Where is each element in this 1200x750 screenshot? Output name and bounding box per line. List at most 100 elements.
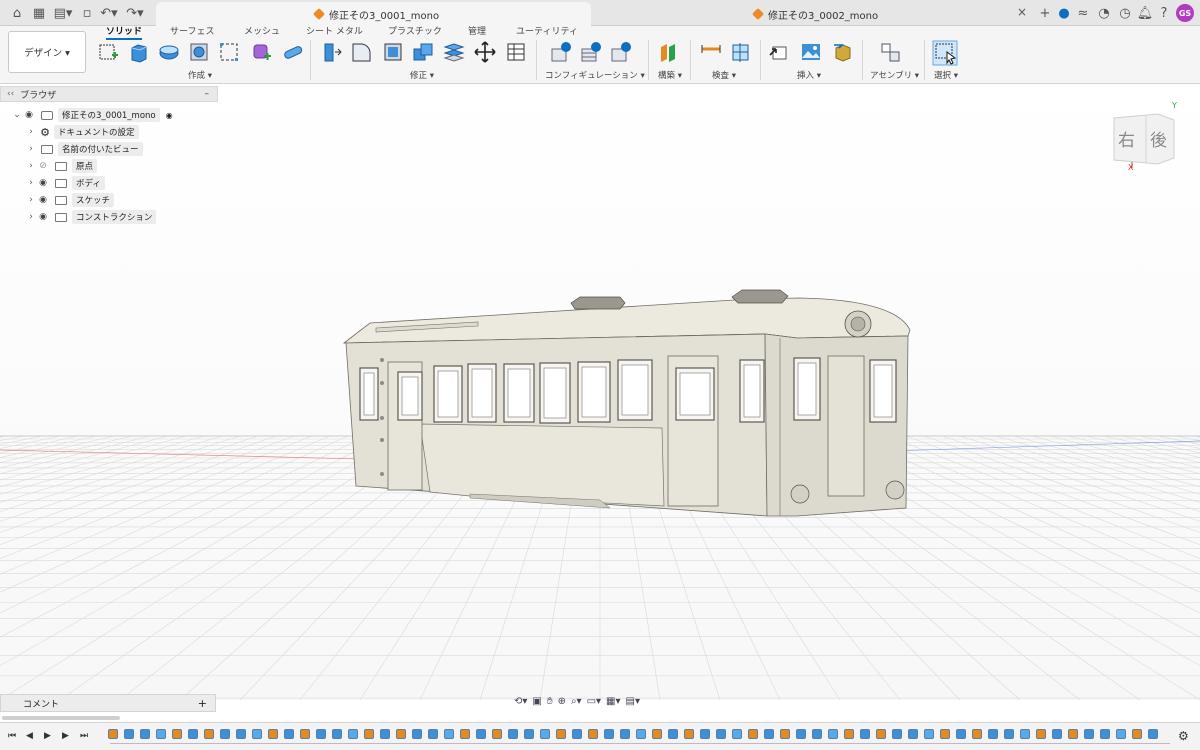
timeline-feature-icon[interactable]: [188, 729, 198, 739]
insert-mcmaster-icon[interactable]: [832, 41, 854, 63]
timeline-feature-icon[interactable]: [988, 729, 998, 739]
offset-plane-icon[interactable]: [658, 41, 680, 63]
timeline-feature-icon[interactable]: [1132, 729, 1142, 739]
go-to-start-icon[interactable]: ⏮: [8, 731, 16, 741]
timeline-feature-icon[interactable]: [972, 729, 982, 739]
chevron-right-icon[interactable]: ›: [26, 178, 36, 188]
file-menu-icon[interactable]: ▤▾: [52, 4, 74, 22]
hole-icon[interactable]: [188, 41, 210, 63]
tree-item-construction[interactable]: › ◉ コンストラクション: [26, 210, 157, 224]
press-pull-icon[interactable]: [320, 41, 342, 63]
tab-utilities[interactable]: ユーティリティ: [516, 26, 578, 38]
help-icon[interactable]: ?: [1155, 4, 1173, 22]
timeline-feature-icon[interactable]: [924, 729, 934, 739]
construct-group-label[interactable]: 構築 ▾: [658, 69, 682, 81]
tab-mesh[interactable]: メッシュ: [244, 26, 280, 38]
timeline-feature-icon[interactable]: [316, 729, 326, 739]
pan-hand-icon[interactable]: ✋︎: [547, 696, 553, 707]
apps-grid-icon[interactable]: ▦: [30, 4, 48, 22]
timeline-feature-icon[interactable]: [1004, 729, 1014, 739]
timeline-feature-icon[interactable]: [300, 729, 310, 739]
timeline-feature-icon[interactable]: [348, 729, 358, 739]
display-settings-icon[interactable]: ▭▾: [587, 696, 601, 707]
configure-table-icon[interactable]: [550, 41, 572, 63]
online-status-icon[interactable]: ◔: [1095, 4, 1113, 22]
tab-surface[interactable]: サーフェス: [170, 26, 214, 38]
timeline-feature-icon[interactable]: [908, 729, 918, 739]
notification-bell-icon[interactable]: 🔔︎: [1136, 4, 1154, 22]
step-back-icon[interactable]: ◀︎: [26, 731, 33, 741]
grid-settings-icon[interactable]: ▦▾: [606, 696, 620, 707]
new-tab-icon[interactable]: +: [1036, 4, 1054, 22]
go-to-end-icon[interactable]: ⏭: [80, 731, 88, 741]
home-icon[interactable]: ⌂: [8, 4, 26, 22]
timeline-feature-icon[interactable]: [412, 729, 422, 739]
configure-rules-icon[interactable]: [580, 41, 602, 63]
timeline-feature-icon[interactable]: [1020, 729, 1030, 739]
visibility-eye-icon[interactable]: ◉: [36, 212, 50, 222]
extension-icon[interactable]: ●: [1055, 4, 1073, 22]
document-tab-inactive[interactable]: 修正その3_0002_mono: [600, 2, 1030, 26]
timeline-feature-icon[interactable]: [476, 729, 486, 739]
collapse-panel-icon[interactable]: ‹‹: [7, 89, 14, 99]
create-sketch-icon[interactable]: [98, 41, 120, 63]
tree-item-origin[interactable]: › ⊘ 原点: [26, 159, 98, 173]
insert-canvas-icon[interactable]: [800, 41, 822, 63]
user-avatar[interactable]: GS: [1176, 4, 1194, 22]
timeline-feature-icon[interactable]: [684, 729, 694, 739]
job-status-icon[interactable]: ≈: [1074, 4, 1092, 22]
timeline-feature-icon[interactable]: [764, 729, 774, 739]
document-tab-active[interactable]: 修正その3_0001_mono: [156, 2, 591, 26]
extrude-icon[interactable]: [128, 41, 150, 63]
visibility-eye-icon[interactable]: ◉: [36, 195, 50, 205]
timeline-feature-icon[interactable]: [892, 729, 902, 739]
timeline-feature-icon[interactable]: [380, 729, 390, 739]
timeline-feature-icon[interactable]: [652, 729, 662, 739]
timeline-settings-gear-icon[interactable]: ⚙: [1178, 729, 1189, 743]
timeline-feature-icon[interactable]: [796, 729, 806, 739]
move-copy-icon[interactable]: [474, 41, 496, 63]
revolve-icon[interactable]: [158, 41, 180, 63]
timeline-feature-icon[interactable]: [956, 729, 966, 739]
timeline-feature-icon[interactable]: [556, 729, 566, 739]
timeline-feature-icon[interactable]: [220, 729, 230, 739]
timeline-feature-icon[interactable]: [460, 729, 470, 739]
visibility-eye-icon[interactable]: ◉: [22, 110, 36, 120]
timeline-feature-icon[interactable]: [876, 729, 886, 739]
timeline-feature-icon[interactable]: [108, 729, 118, 739]
chevron-down-icon[interactable]: ⌄: [12, 110, 22, 120]
timeline-feature-icon[interactable]: [172, 729, 182, 739]
timeline-feature-icon[interactable]: [1036, 729, 1046, 739]
timeline-feature-icon[interactable]: [716, 729, 726, 739]
configure-theme-icon[interactable]: [610, 41, 632, 63]
orbit-icon[interactable]: ⟲▾: [514, 696, 527, 707]
timeline-feature-icon[interactable]: [636, 729, 646, 739]
timeline-feature-icon[interactable]: [156, 729, 166, 739]
inspect-group-label[interactable]: 検査 ▾: [712, 69, 736, 81]
timeline-feature-icon[interactable]: [828, 729, 838, 739]
play-icon[interactable]: ▶︎: [44, 731, 51, 741]
timeline-feature-icon[interactable]: [140, 729, 150, 739]
timeline-feature-icon[interactable]: [588, 729, 598, 739]
timeline-feature-icon[interactable]: [236, 729, 246, 739]
zoom-icon[interactable]: ⊕: [558, 696, 566, 707]
configure-group-label[interactable]: コンフィギュレーション ▾: [545, 69, 645, 81]
tab-sheet-metal[interactable]: シート メタル: [306, 26, 363, 38]
modify-group-label[interactable]: 修正 ▾: [410, 69, 434, 81]
timeline-feature-icon[interactable]: [444, 729, 454, 739]
visibility-eye-icon[interactable]: ◉: [36, 178, 50, 188]
tree-item-bodies[interactable]: › ◉ ボディ: [26, 176, 105, 190]
chevron-right-icon[interactable]: ›: [26, 161, 36, 171]
change-parameters-icon[interactable]: [505, 41, 527, 63]
fit-icon[interactable]: ⌕▾: [571, 696, 582, 707]
derive-icon[interactable]: [282, 41, 304, 63]
timeline-feature-icon[interactable]: [1084, 729, 1094, 739]
timeline-feature-icon[interactable]: [620, 729, 630, 739]
tab-plastic[interactable]: プラスチック: [388, 26, 442, 38]
timeline-feature-icon[interactable]: [604, 729, 614, 739]
timeline-feature-icon[interactable]: [700, 729, 710, 739]
timeline-feature-icon[interactable]: [572, 729, 582, 739]
new-component-icon[interactable]: [880, 41, 902, 63]
close-tab-icon[interactable]: ×: [1017, 5, 1027, 19]
timeline-feature-icon[interactable]: [332, 729, 342, 739]
